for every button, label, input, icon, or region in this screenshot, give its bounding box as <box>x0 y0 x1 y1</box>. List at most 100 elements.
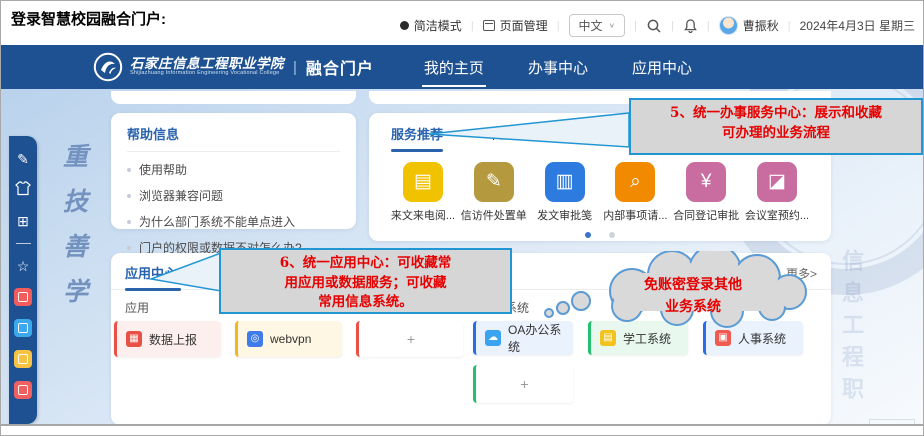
brand[interactable]: 石家庄信息工程职业学院 Shijiazhuang Information Eng… <box>93 52 374 82</box>
service-item[interactable]: ⌕ 内部事项请... <box>601 162 669 223</box>
shirt-icon[interactable] <box>14 181 32 199</box>
system-tile[interactable]: ▣ 人事系统 <box>703 321 803 355</box>
separator: | <box>557 20 560 32</box>
language-select[interactable]: 中文 ∨ <box>569 14 626 37</box>
tab-service-recommend[interactable]: 服务推荐 <box>391 124 443 143</box>
edit-icon[interactable]: ✎ <box>14 150 32 168</box>
username: 曹振秋 <box>743 17 779 34</box>
app-tile[interactable]: ▦ 数据上报 <box>114 321 221 357</box>
system-tile-label: OA办公系统 <box>508 321 564 355</box>
window-icon <box>483 20 495 31</box>
scrolled-card-edge <box>111 91 356 104</box>
nav-item-service-center[interactable]: 办事中心 <box>526 48 590 87</box>
clipboard-pencil-icon: ✎ <box>474 162 514 202</box>
app-center-title: 应用中心 <box>125 266 177 281</box>
document-search-icon: ⌕ <box>615 162 655 202</box>
help-link-label: 为什么部门系统不能单点进入 <box>139 215 295 229</box>
separator: | <box>471 20 474 32</box>
carousel-pagination <box>369 232 831 238</box>
service-label: 内部事项请... <box>601 207 669 223</box>
service-label: 合同登记审批 <box>672 207 740 223</box>
app-tile-label: webvpn <box>270 332 311 346</box>
annotation-line: 免账密登录其他 <box>593 275 793 297</box>
language-value: 中文 <box>579 17 603 34</box>
add-app-tile[interactable]: + <box>356 321 463 357</box>
page-manage-button[interactable]: 页面管理 <box>483 17 548 34</box>
quick-app-icon[interactable] <box>14 381 32 399</box>
cloud-annotation-text: 免账密登录其他 业务系统 <box>593 275 793 318</box>
portal-content: 信息工程职 ✎ ⊞ ☆ 重 技 善 学 <box>1 89 923 426</box>
active-title-underline <box>125 288 181 291</box>
page-manage-label: 页面管理 <box>500 17 548 34</box>
student-system-icon: ▤ <box>600 330 616 346</box>
service-item[interactable]: ▥ 发文审批笺 <box>531 162 599 223</box>
annotation-6-box: 6、统一应用中心：可收藏常 用应用或数据服务；可收藏 常用信息系统。 <box>219 248 512 314</box>
add-square-icon[interactable]: ⊞ <box>14 212 32 230</box>
quick-app-icon[interactable] <box>14 319 32 337</box>
systems-tiles-row: ☁ OA办公系统 ▤ 学工系统 ▣ 人事系统 <box>473 321 803 355</box>
system-tile-label: 人事系统 <box>738 330 786 347</box>
screenshot-root: 登录智慧校园融合门户: 简洁模式 | 页面管理 | 中文 ∨ | | <box>0 0 924 436</box>
service-label: 发文审批笺 <box>531 207 599 223</box>
search-icon <box>646 18 662 34</box>
tab-personal-favorites[interactable]: 个人收藏 <box>487 124 539 143</box>
cloud-icon: ☁ <box>485 330 501 346</box>
annotation-line: 业务系统 <box>593 297 793 319</box>
bullet-icon <box>127 168 131 172</box>
document-lines-icon: ▤ <box>403 162 443 202</box>
service-icons-row: ▤ 来文来电阅... ✎ 信访件处置单 ▥ 发文审批笺 ⌕ 内部事项请... ¥ <box>369 152 831 223</box>
app-tile[interactable]: ◎ webvpn <box>235 321 342 357</box>
pagination-dot[interactable] <box>609 232 615 238</box>
school-logo-icon <box>93 52 123 82</box>
plus-icon: + <box>407 331 415 347</box>
watermark-building <box>869 419 915 426</box>
annotation-5-box: 5、统一办事服务中心：展示和收藏 可办理的业务流程 <box>629 98 923 155</box>
bell-icon <box>683 18 698 34</box>
nav-menu: 我的主页 办事中心 应用中心 <box>422 48 694 87</box>
service-label: 信访件处置单 <box>460 207 528 223</box>
school-name-en: Shijiazhuang Information Engineering Voc… <box>130 71 284 77</box>
star-icon[interactable]: ☆ <box>14 257 32 275</box>
help-panel-title: 帮助信息 <box>127 127 179 142</box>
quick-app-icon[interactable] <box>14 288 32 306</box>
nav-item-my-home[interactable]: 我的主页 <box>422 48 486 87</box>
service-item[interactable]: ✎ 信访件处置单 <box>460 162 528 223</box>
motto-char: 重 <box>63 137 88 173</box>
mode-dot-icon <box>400 21 409 30</box>
service-item[interactable]: ¥ 合同登记审批 <box>672 162 740 223</box>
motto-char: 技 <box>63 182 88 218</box>
school-name: 石家庄信息工程职业学院 <box>130 57 284 71</box>
annotation-line: 5、统一办事服务中心：展示和收藏 <box>637 104 915 124</box>
app-tile-label: 数据上报 <box>149 331 197 348</box>
service-label: 来文来电阅... <box>389 207 457 223</box>
nav-item-app-center[interactable]: 应用中心 <box>630 48 694 87</box>
service-item[interactable]: ◪ 会议室预约... <box>743 162 811 223</box>
user-menu[interactable]: 曹振秋 <box>719 16 779 35</box>
separator: | <box>707 20 710 32</box>
contract-yen-icon: ¥ <box>686 162 726 202</box>
help-link[interactable]: 使用帮助 <box>127 161 340 178</box>
avatar <box>719 16 738 35</box>
quick-sidebar: ✎ ⊞ ☆ <box>9 136 37 424</box>
meeting-room-icon: ◪ <box>757 162 797 202</box>
plus-icon: + <box>520 376 528 392</box>
help-link-label: 使用帮助 <box>139 163 187 177</box>
apps-group-label: 应用 <box>125 299 149 316</box>
annotation-line: 常用信息系统。 <box>227 293 504 313</box>
help-link-label: 浏览器兼容问题 <box>139 189 223 203</box>
document-icon: ▥ <box>545 162 585 202</box>
notifications-button[interactable] <box>683 18 698 34</box>
search-button[interactable] <box>646 18 662 34</box>
add-system-tile[interactable]: + <box>473 365 573 403</box>
simple-mode-toggle[interactable]: 简洁模式 <box>400 17 462 34</box>
separator: | <box>788 20 791 32</box>
service-item[interactable]: ▤ 来文来电阅... <box>389 162 457 223</box>
simple-mode-label: 简洁模式 <box>414 17 462 34</box>
pagination-dot-active[interactable] <box>585 232 591 238</box>
annotation-line: 用应用或数据服务；可收藏 <box>227 274 504 294</box>
help-link[interactable]: 为什么部门系统不能单点进入 <box>127 213 340 230</box>
quick-app-icon[interactable] <box>14 350 32 368</box>
help-link[interactable]: 浏览器兼容问题 <box>127 187 340 204</box>
system-tile[interactable]: ☁ OA办公系统 <box>473 321 573 355</box>
system-tile[interactable]: ▤ 学工系统 <box>588 321 688 355</box>
